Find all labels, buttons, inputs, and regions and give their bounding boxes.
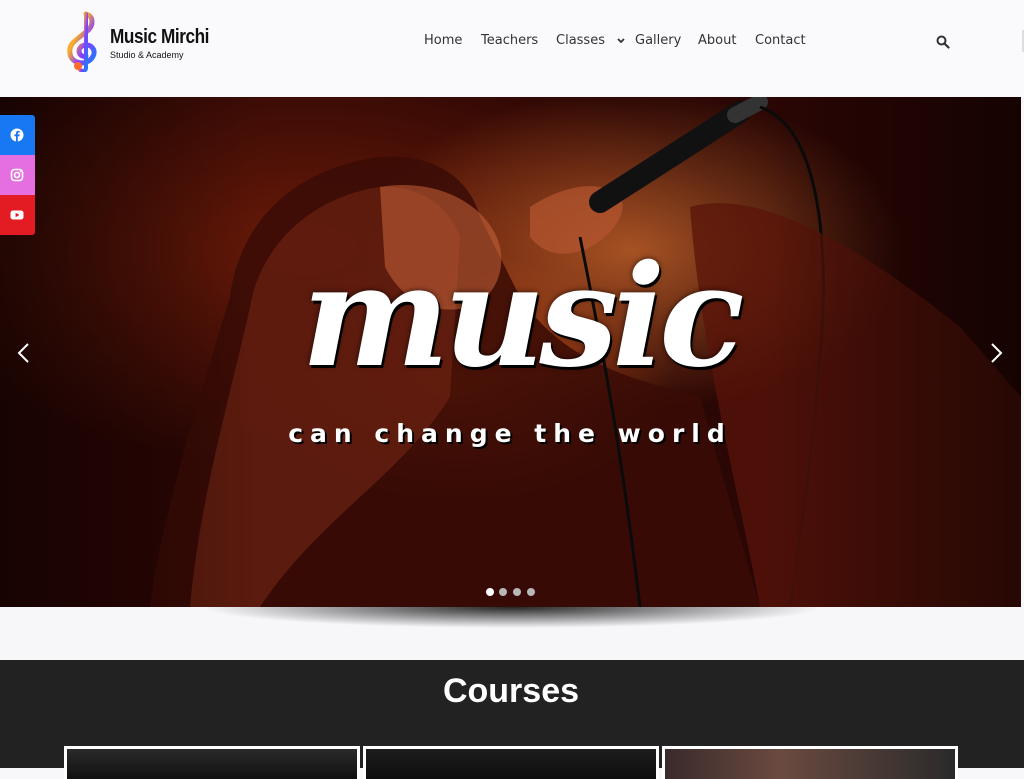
slider-dot-1[interactable] [486, 588, 494, 596]
chevron-down-icon [617, 37, 625, 43]
brand-logo[interactable]: Music Mirchi Studio & Academy [64, 10, 209, 74]
brand-name: Music Mirchi [110, 26, 210, 48]
courses-heading: Courses [442, 672, 580, 710]
course-card-1[interactable] [64, 746, 360, 779]
nav-item-contact[interactable]: Contact [755, 33, 806, 48]
hero-slider: music can change the world [0, 97, 1021, 607]
youtube-icon [10, 210, 24, 220]
social-sidebar [0, 115, 35, 235]
treble-clef-logo-icon [67, 11, 97, 72]
nav-item-teachers[interactable]: Teachers [481, 33, 538, 48]
course-card-2[interactable] [363, 746, 659, 779]
site-header: Music Mirchi Studio & Academy Home Teach… [0, 0, 1024, 96]
slider-dot-3[interactable] [513, 588, 521, 596]
search-icon[interactable] [936, 35, 950, 49]
hero-title: music [301, 235, 744, 399]
course-card-3[interactable] [662, 746, 958, 779]
brand-tagline: Studio & Academy [110, 50, 184, 60]
slider-next-arrow-icon[interactable] [986, 341, 1006, 365]
nav-item-home[interactable]: Home [424, 33, 462, 48]
slider-dot-2[interactable] [499, 588, 507, 596]
nav-item-gallery[interactable]: Gallery [635, 33, 681, 48]
instagram-link[interactable] [0, 155, 35, 195]
facebook-link[interactable] [0, 115, 35, 155]
hero-shadow [0, 607, 1024, 660]
nav-item-about[interactable]: About [698, 33, 736, 48]
instagram-icon [10, 168, 24, 182]
nav-item-classes[interactable]: Classes [556, 33, 625, 48]
youtube-link[interactable] [0, 195, 35, 235]
slider-dot-4[interactable] [527, 588, 535, 596]
nav-item-classes-label: Classes [556, 33, 605, 48]
facebook-icon [10, 128, 24, 142]
courses-section: Courses [0, 660, 1024, 779]
hero-subtitle: can change the world [288, 419, 732, 448]
slider-prev-arrow-icon[interactable] [14, 341, 34, 365]
